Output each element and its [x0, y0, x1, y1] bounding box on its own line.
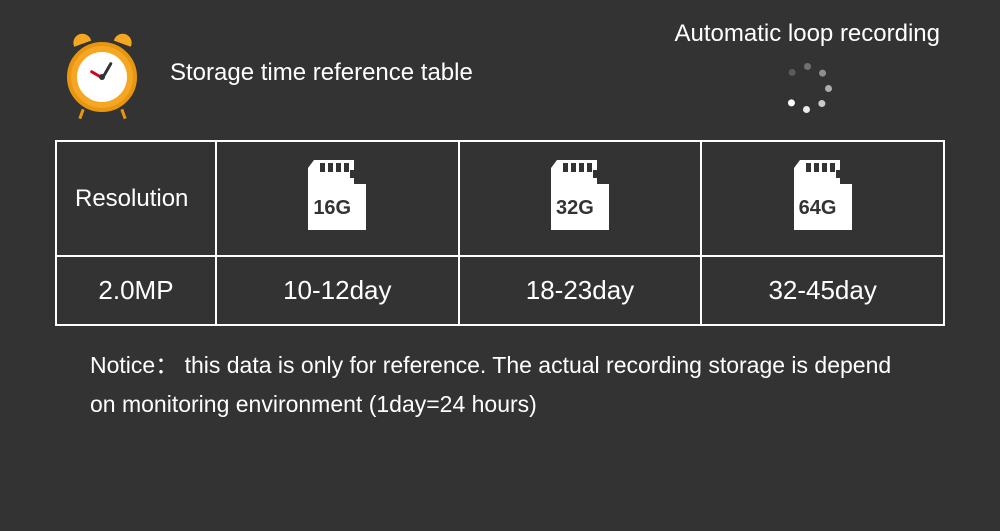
sd-card-icon: 32G [551, 160, 609, 230]
storage-table: Resolution 16G 32G 64G 2. [55, 140, 945, 326]
capacity-label: 16G [313, 197, 351, 220]
capacity-cell-16g: 16G [216, 141, 459, 256]
header: Storage time reference table Automatic l… [0, 0, 1000, 125]
table-data-row: 2.0MP 10-12day 18-23day 32-45day [56, 256, 944, 325]
capacity-label: 64G [799, 197, 837, 220]
loop-recording-title: Automatic loop recording [675, 20, 940, 48]
page-title: Storage time reference table [170, 59, 473, 87]
loading-spinner-icon [782, 63, 832, 113]
duration-value: 10-12day [216, 256, 459, 325]
table-header-row: Resolution 16G 32G 64G [56, 141, 944, 256]
capacity-label: 32G [556, 197, 594, 220]
loop-recording-section: Automatic loop recording [675, 20, 940, 113]
storage-table-container: Resolution 16G 32G 64G 2. [0, 125, 1000, 326]
alarm-clock-icon [60, 30, 145, 115]
notice-text: Notice： this data is only for reference.… [0, 326, 1000, 424]
capacity-cell-64g: 64G [701, 141, 944, 256]
sd-card-icon: 16G [308, 160, 366, 230]
sd-card-icon: 64G [794, 160, 852, 230]
duration-value: 32-45day [701, 256, 944, 325]
duration-value: 18-23day [459, 256, 702, 325]
capacity-cell-32g: 32G [459, 141, 702, 256]
resolution-value: 2.0MP [56, 256, 216, 325]
resolution-header: Resolution [56, 141, 216, 256]
